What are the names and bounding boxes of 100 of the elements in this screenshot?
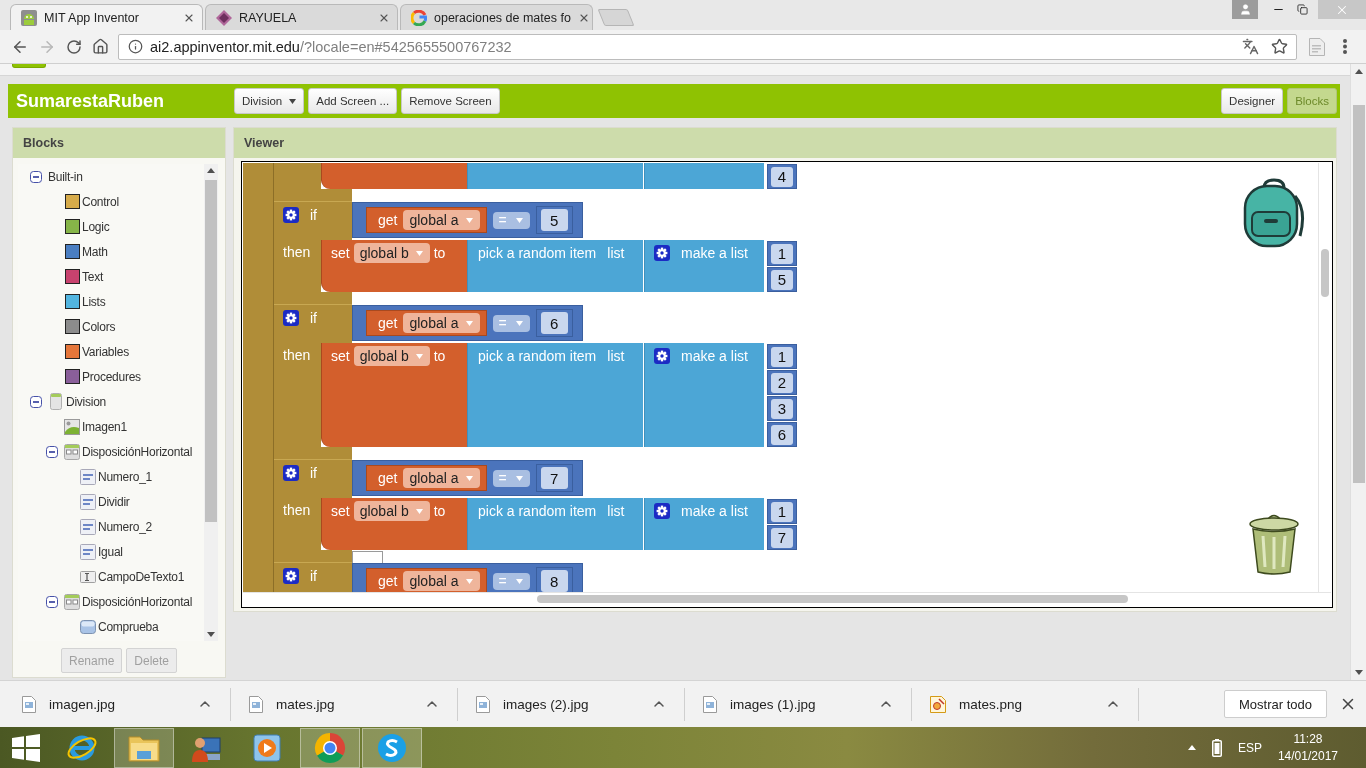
translate-icon[interactable]: [1242, 38, 1259, 55]
caret-icon: [415, 250, 423, 256]
taskbar-button[interactable]: [114, 727, 174, 768]
number-field[interactable]: 7: [771, 527, 793, 548]
set-keyword: set: [331, 347, 350, 366]
profile-button[interactable]: [1232, 0, 1258, 19]
scrollbar-thumb[interactable]: [537, 595, 1128, 603]
block-label: pick a random item: [478, 502, 597, 521]
taskbar-button[interactable]: [362, 727, 422, 768]
collapse-icon[interactable]: [46, 595, 58, 608]
menu-icon: [1343, 39, 1347, 54]
number-field[interactable]: 1: [771, 501, 793, 522]
scrollbar-thumb[interactable]: [205, 180, 217, 522]
scrollbar-thumb[interactable]: [1352, 105, 1365, 483]
number-field[interactable]: 6: [771, 424, 793, 445]
tree-item[interactable]: Colors: [82, 319, 116, 334]
gear-icon[interactable]: [283, 310, 299, 326]
number-field[interactable]: 4: [771, 166, 793, 187]
variable-dropdown[interactable]: global a: [403, 313, 480, 333]
gear-icon[interactable]: [654, 348, 670, 364]
number-field[interactable]: 7: [540, 467, 568, 489]
scroll-down-icon[interactable]: [1354, 670, 1363, 675]
browser-tab[interactable]: operaciones de mates fo: [400, 4, 593, 30]
tree-item[interactable]: Comprueba: [98, 619, 159, 634]
clock-date[interactable]: 14/01/2017: [1277, 749, 1338, 763]
tree-item[interactable]: Logic: [82, 219, 110, 234]
tree-item[interactable]: DisposiciónHorizontal: [82, 444, 193, 459]
download-item[interactable]: images (1).jpg: [703, 695, 816, 713]
browser-tab[interactable]: MIT App Inventor: [10, 4, 203, 30]
number-field[interactable]: 8: [540, 570, 568, 592]
caret-icon: [465, 475, 473, 481]
set-keyword: set: [331, 502, 350, 521]
battery-icon[interactable]: [1211, 738, 1222, 757]
download-item[interactable]: mates.jpg: [249, 695, 335, 713]
star-icon[interactable]: [1271, 38, 1288, 55]
header-button[interactable]: Remove Screen: [401, 88, 500, 114]
tree-item[interactable]: Numero_2: [98, 519, 153, 534]
caret-icon: [465, 217, 473, 223]
collapse-icon[interactable]: [46, 445, 58, 458]
to-keyword: to: [433, 244, 446, 263]
tree-item[interactable]: Math: [82, 244, 108, 259]
info-icon[interactable]: [128, 39, 143, 54]
tree-item[interactable]: CampoDeTexto1: [98, 569, 185, 584]
variable-dropdown[interactable]: global a: [403, 468, 480, 488]
scroll-up-icon[interactable]: [1354, 69, 1363, 74]
header-button[interactable]: Add Screen ...: [308, 88, 398, 114]
number-field[interactable]: 5: [771, 269, 793, 290]
scrollbar-thumb[interactable]: [1321, 249, 1329, 297]
variable-dropdown[interactable]: global b: [353, 346, 430, 366]
variable-dropdown[interactable]: global b: [353, 243, 430, 263]
tree-item[interactable]: Control: [82, 194, 119, 209]
variable-dropdown[interactable]: global a: [403, 210, 480, 230]
tree-item[interactable]: Procedures: [82, 369, 141, 384]
download-item[interactable]: mates.png: [930, 695, 1023, 713]
tree-item[interactable]: Division: [66, 394, 106, 409]
collapse-icon[interactable]: [30, 395, 42, 408]
tree-item[interactable]: Built-in: [48, 169, 83, 184]
tree-item[interactable]: Imagen1: [82, 419, 127, 434]
gear-icon[interactable]: [283, 207, 299, 223]
screen-dropdown[interactable]: Division: [234, 88, 305, 114]
download-item[interactable]: images (2).jpg: [476, 695, 589, 713]
clock-time[interactable]: 11:28: [1293, 732, 1323, 746]
number-field[interactable]: 6: [540, 312, 568, 334]
gear-icon[interactable]: [654, 245, 670, 261]
tree-item[interactable]: Dividir: [98, 494, 130, 509]
tree-item[interactable]: Numero_1: [98, 469, 153, 484]
number-field[interactable]: 5: [540, 209, 568, 231]
tree-item[interactable]: DisposiciónHorizontal: [82, 594, 193, 609]
download-item[interactable]: imagen.jpg: [22, 695, 116, 713]
gear-icon[interactable]: [654, 503, 670, 519]
menu-button[interactable]: [1343, 39, 1347, 54]
robot-icon: [21, 9, 37, 26]
scroll-down-icon[interactable]: [207, 632, 215, 637]
number-field[interactable]: 3: [771, 398, 793, 419]
scroll-up-icon[interactable]: [207, 168, 215, 173]
drawing-file-icon: [930, 695, 946, 713]
caret-up-icon[interactable]: [1187, 745, 1196, 750]
gear-icon[interactable]: [283, 465, 299, 481]
number-field[interactable]: 1: [771, 243, 793, 264]
tree-item[interactable]: Lists: [82, 294, 106, 309]
view-toggle-button[interactable]: Designer: [1221, 88, 1284, 114]
gear-icon[interactable]: [283, 568, 299, 584]
language-indicator[interactable]: ESP: [1237, 740, 1262, 755]
page-icon: [1309, 37, 1325, 56]
layout-icon: [64, 443, 80, 460]
tree-item[interactable]: Text: [82, 269, 103, 284]
show-all-button[interactable]: Mostrar todo: [1224, 690, 1327, 718]
number-field[interactable]: 1: [771, 346, 793, 367]
panel-title: Blocks: [13, 128, 225, 158]
caret-icon: [515, 217, 523, 223]
variable-dropdown[interactable]: global b: [353, 501, 430, 521]
if-keyword: if: [310, 207, 317, 223]
address-field[interactable]: ai2.appinventor.mit.edu/?locale=en#5425655500767232: [118, 33, 1297, 60]
number-field[interactable]: 2: [771, 372, 793, 393]
variable-dropdown[interactable]: global a: [403, 571, 480, 591]
taskbar-button[interactable]: [300, 727, 360, 768]
collapse-icon[interactable]: [30, 170, 42, 183]
tree-item[interactable]: Variables: [82, 344, 129, 359]
browser-tab[interactable]: RAYUELA: [205, 4, 398, 30]
tree-item[interactable]: Igual: [98, 544, 123, 559]
